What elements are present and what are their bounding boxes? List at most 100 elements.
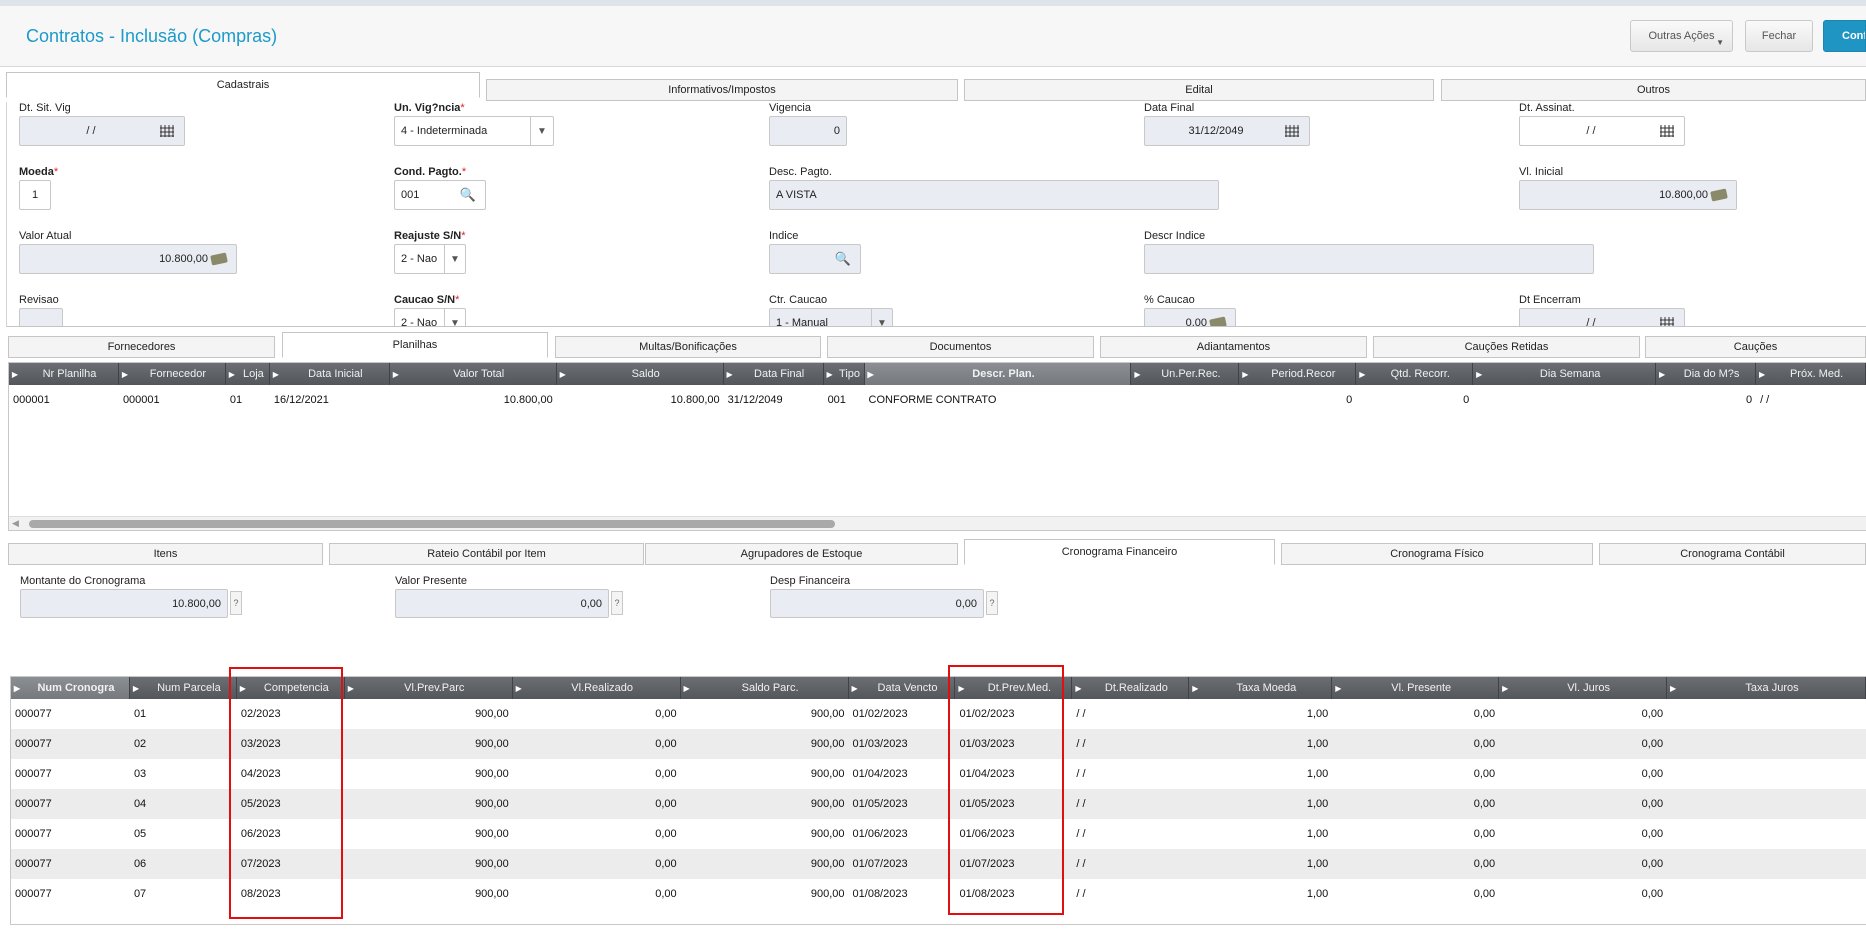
moeda-label: Moeda*: [19, 166, 59, 178]
vigencia-field[interactable]: 0: [769, 116, 847, 146]
desc-pagto-field[interactable]: A VISTA: [769, 180, 1219, 210]
tab-cadastrais[interactable]: Cadastrais: [6, 72, 480, 98]
close-button[interactable]: Fechar: [1745, 20, 1813, 52]
money-icon[interactable]: [1708, 188, 1730, 202]
tab-cronograma-contabil[interactable]: Cronograma Contábil: [1599, 543, 1866, 565]
scroll-left-icon[interactable]: ◀: [12, 518, 19, 529]
tab-adiantamentos[interactable]: Adiantamentos: [1100, 336, 1367, 358]
caucao-select[interactable]: 2 - Nao ▼: [394, 308, 466, 326]
revisao-field[interactable]: [19, 308, 63, 326]
tab-informativos[interactable]: Informativos/Impostos: [486, 79, 958, 101]
tab-cronograma-fisico[interactable]: Cronograma Físico: [1281, 543, 1593, 565]
help-button[interactable]: ?: [611, 591, 623, 615]
valor-atual-field[interactable]: 10.800,00: [19, 244, 237, 274]
cronograma-col[interactable]: ▶ Vl.Prev.Parc: [345, 677, 513, 699]
cronograma-col[interactable]: ▶ Taxa Moeda: [1189, 677, 1333, 699]
planilhas-col[interactable]: ▶ Dia Semana: [1473, 363, 1657, 385]
tab-caucoes-retidas[interactable]: Cauções Retidas: [1373, 336, 1640, 358]
more-actions-button[interactable]: Outras Ações ▼: [1630, 20, 1733, 52]
cell: 000001: [122, 394, 160, 406]
montante-field[interactable]: 10.800,00: [20, 589, 228, 618]
calendar-icon[interactable]: [156, 125, 178, 137]
cell: 000077: [15, 768, 52, 780]
search-icon[interactable]: 🔍: [457, 187, 479, 203]
planilhas-col[interactable]: ▶ Un.Per.Rec.: [1131, 363, 1240, 385]
search-icon[interactable]: 🔍: [832, 251, 854, 267]
tab-outros[interactable]: Outros: [1441, 79, 1866, 101]
chevron-down-icon[interactable]: ▼: [444, 245, 465, 273]
tab-documentos[interactable]: Documentos: [827, 336, 1094, 358]
help-button[interactable]: ?: [230, 591, 242, 615]
cell: 06: [133, 858, 147, 870]
cronograma-col[interactable]: ▶ Dt.Realizado: [1072, 677, 1190, 699]
moeda-field[interactable]: 1: [19, 180, 51, 210]
planilhas-col[interactable]: ▶ Qtd. Recorr.: [1356, 363, 1474, 385]
tab-multas[interactable]: Multas/Bonificações: [555, 336, 821, 358]
cond-pagto-label: Cond. Pagto.*: [394, 166, 467, 178]
calendar-icon[interactable]: [1281, 125, 1303, 137]
scrollbar-thumb[interactable]: [29, 520, 835, 528]
cell: 02: [133, 738, 147, 750]
tab-itens[interactable]: Itens: [8, 543, 323, 565]
tab-cronograma-financeiro[interactable]: Cronograma Financeiro: [964, 539, 1275, 565]
tab-rateio[interactable]: Rateio Contábil por Item: [329, 543, 644, 565]
reajuste-value: 2 - Nao: [401, 253, 438, 265]
dt-assinat-label: Dt. Assinat.: [1519, 102, 1575, 114]
planilhas-col[interactable]: ▶ Data Inicial: [270, 363, 390, 385]
ctr-caucao-label: Ctr. Caucao: [769, 294, 828, 306]
cond-pagto-value: 001: [401, 189, 420, 201]
vl-inicial-field[interactable]: 10.800,00: [1519, 180, 1737, 210]
cell: 000001: [13, 394, 50, 406]
tab-caucoes[interactable]: Cauções: [1645, 336, 1866, 358]
planilhas-col[interactable]: ▶ Nr Planilha: [9, 363, 119, 385]
cronograma-col[interactable]: ▶ Data Vencto: [849, 677, 956, 699]
planilhas-col[interactable]: ▶ Valor Total: [390, 363, 557, 385]
cronograma-col[interactable]: ▶ Taxa Juros: [1667, 677, 1866, 699]
planilhas-col[interactable]: ▶ Próx. Med.: [1756, 363, 1866, 385]
planilhas-col[interactable]: ▶ Period.Recor: [1239, 363, 1357, 385]
dt-encerram-field[interactable]: / /: [1519, 308, 1685, 326]
planilhas-col[interactable]: ▶ Data Final: [724, 363, 824, 385]
planilhas-col[interactable]: ▶ Fornecedor: [119, 363, 226, 385]
chevron-down-icon[interactable]: ▼: [444, 309, 465, 326]
cronograma-col[interactable]: ▶ Vl. Presente: [1332, 677, 1500, 699]
table-row[interactable]: 000001 000001 01 16/12/2021 10.800,00 10…: [9, 385, 1866, 415]
planilhas-col[interactable]: ▶ Tipo: [824, 363, 865, 385]
cell: [1667, 879, 1866, 909]
money-icon[interactable]: [208, 252, 230, 266]
indice-field[interactable]: 🔍: [769, 244, 861, 274]
cronograma-col[interactable]: ▶ Num Cronogra: [11, 677, 130, 699]
planilhas-col[interactable]: ▶ Dia do M?s: [1656, 363, 1757, 385]
dt-sit-vig-field[interactable]: / /: [19, 116, 185, 146]
desp-financeira-field[interactable]: 0,00: [770, 589, 984, 618]
perc-caucao-field[interactable]: 0,00: [1144, 308, 1236, 326]
reajuste-select[interactable]: 2 - Nao ▼: [394, 244, 466, 274]
cronograma-col[interactable]: ▶ Vl.Realizado: [513, 677, 681, 699]
calendar-icon[interactable]: [1656, 317, 1678, 326]
un-vigencia-select[interactable]: 4 - Indeterminada ▼: [394, 116, 554, 146]
cronograma-col[interactable]: ▶ Num Parcela: [130, 677, 237, 699]
calendar-icon[interactable]: [1656, 125, 1678, 137]
valor-presente-field[interactable]: 0,00: [395, 589, 609, 618]
ctr-caucao-select[interactable]: 1 - Manual ▼: [769, 308, 893, 326]
money-icon[interactable]: [1207, 316, 1229, 326]
planilhas-col[interactable]: ▶ Saldo: [557, 363, 724, 385]
cronograma-col[interactable]: ▶ Vl. Juros: [1499, 677, 1668, 699]
chevron-down-icon[interactable]: ▼: [530, 117, 553, 145]
tab-planilhas[interactable]: Planilhas: [282, 332, 548, 358]
horizontal-scrollbar[interactable]: ◀: [9, 516, 1866, 530]
help-button[interactable]: ?: [986, 591, 998, 615]
cond-pagto-field[interactable]: 001 🔍: [394, 180, 486, 210]
cronograma-col[interactable]: ▶ Saldo Parc.: [681, 677, 849, 699]
cell: 0,00: [1641, 858, 1664, 870]
data-final-field[interactable]: 31/12/2049: [1144, 116, 1310, 146]
confirm-button[interactable]: Confi: [1823, 20, 1866, 52]
planilhas-col[interactable]: ▶ Descr. Plan.: [864, 363, 1132, 385]
descr-indice-field[interactable]: [1144, 244, 1594, 274]
chevron-down-icon[interactable]: ▼: [871, 309, 892, 326]
tab-fornecedores[interactable]: Fornecedores: [8, 336, 275, 358]
dt-assinat-field[interactable]: / /: [1519, 116, 1685, 146]
tab-edital[interactable]: Edital: [964, 79, 1434, 101]
planilhas-col[interactable]: ▶ Loja: [226, 363, 270, 385]
tab-agrupadores[interactable]: Agrupadores de Estoque: [645, 543, 958, 565]
